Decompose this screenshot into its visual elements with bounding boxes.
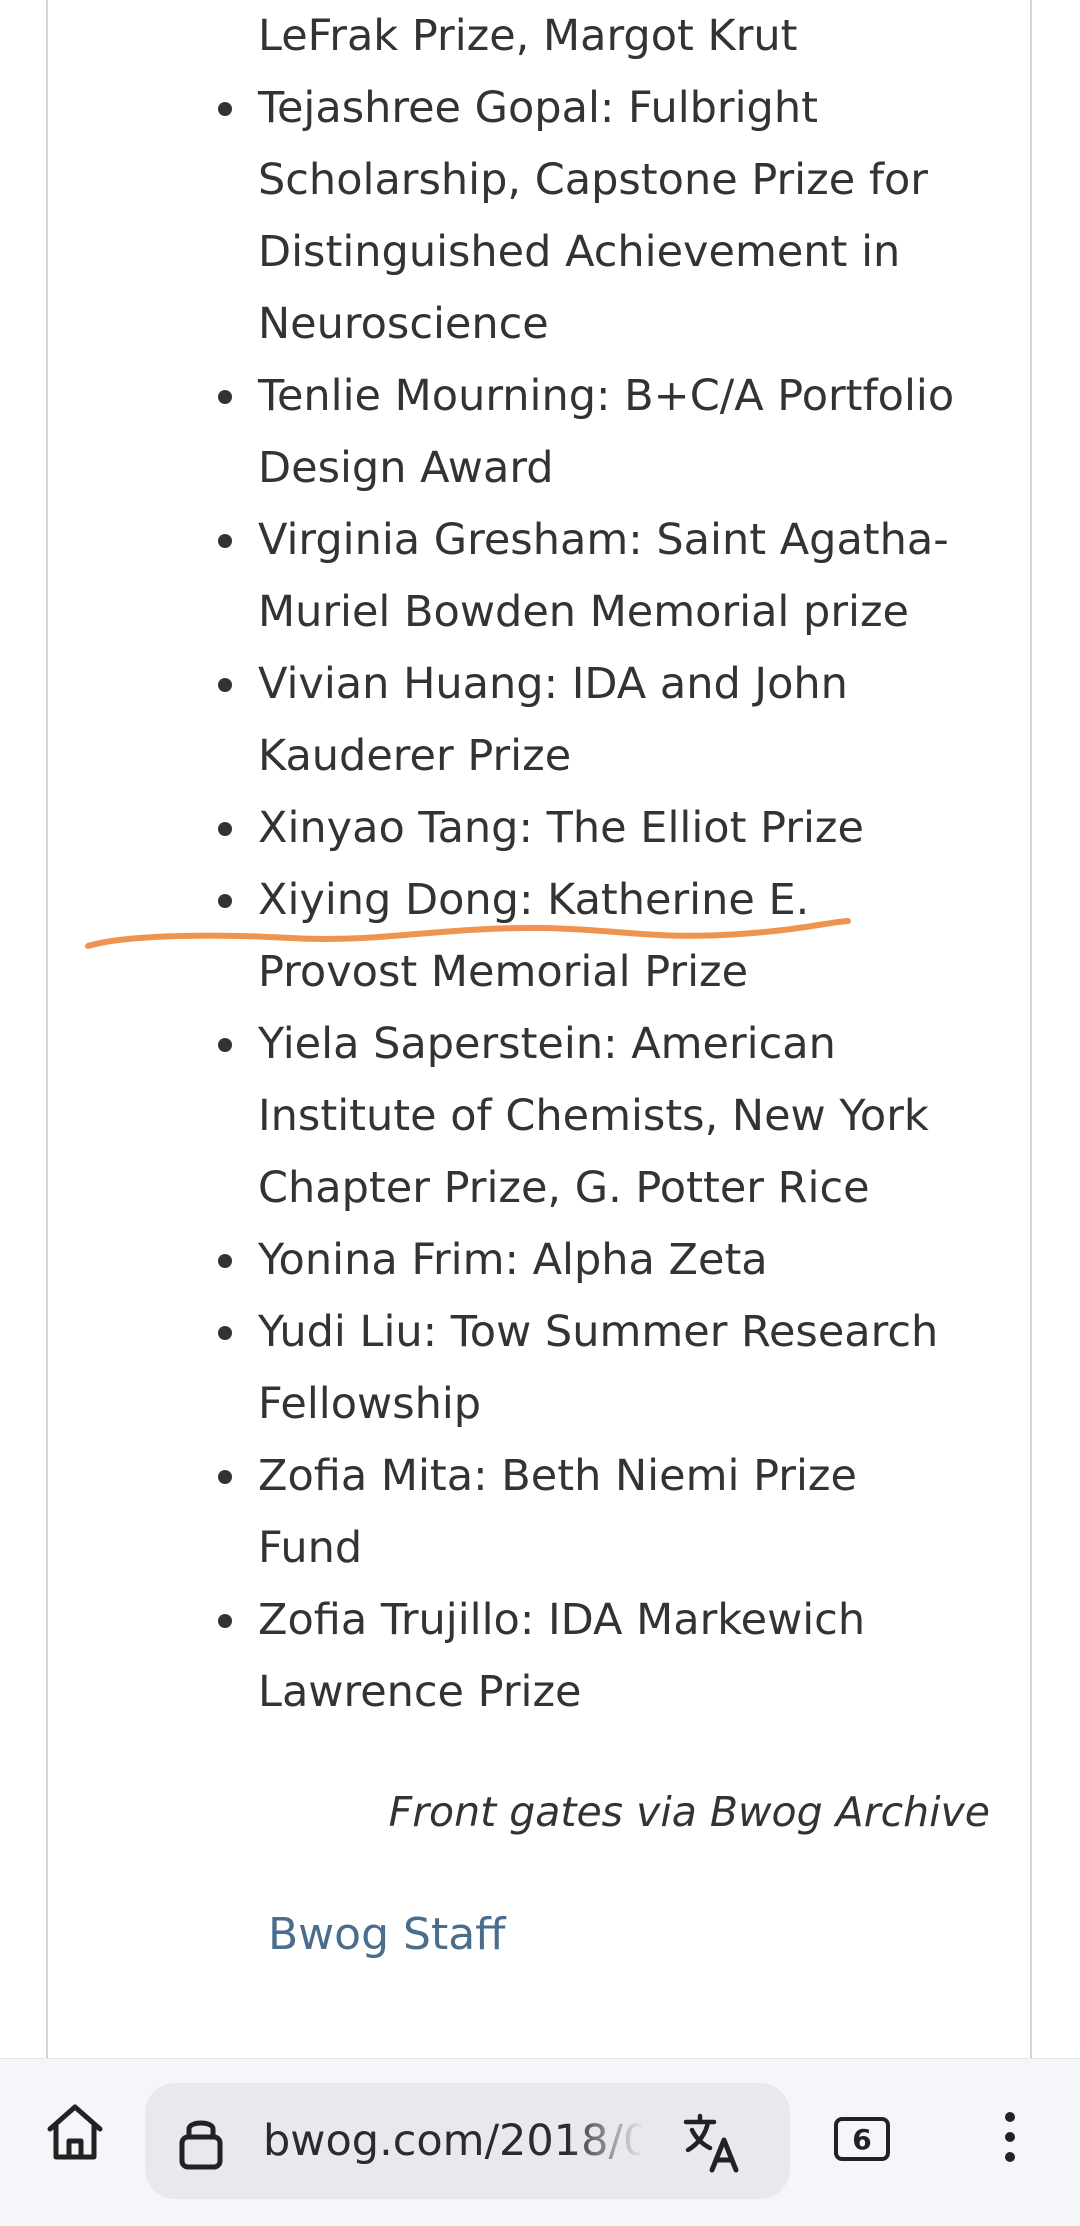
list-item: Vivian Huang: IDA and John Kauderer Priz… <box>218 648 958 792</box>
lock-icon <box>179 2120 223 2170</box>
list-item: Tenlie Mourning: B+C/A Portfolio Design … <box>218 360 958 504</box>
more-options-icon <box>1005 2112 1015 2162</box>
list-item: Yudi Liu: Tow Summer Research Fellowship <box>218 1296 958 1440</box>
prize-list: Tejashree Gopal: Fulbright Scholarship, … <box>218 72 958 1728</box>
translate-button[interactable] <box>675 2105 751 2181</box>
image-caption: Front gates via Bwog Archive <box>388 1788 990 1836</box>
home-button[interactable] <box>30 2087 120 2177</box>
address-bar[interactable]: bwog.com/2018/05/ <box>145 2083 790 2199</box>
home-icon <box>47 2104 103 2160</box>
tab-switcher-icon: 6 <box>834 2117 890 2161</box>
list-item: Yiela Saperstein: American Institute of … <box>218 1008 958 1224</box>
list-item: Zofia Mita: Beth Niemi Prize Fund <box>218 1440 958 1584</box>
previous-item-continuation: LeFrak Prize, Margot Krut <box>258 11 798 61</box>
url-text: bwog.com/2018/05/ <box>263 2116 643 2166</box>
author-link[interactable]: Bwog Staff <box>268 1899 505 1971</box>
list-item: Zofia Trujillo: IDA Markewich Lawrence P… <box>218 1584 958 1728</box>
list-item-highlighted: Xiying Dong: Katherine E. Provost Memori… <box>218 864 958 1008</box>
article-body: LeFrak Prize, Margot Krut Tejashree Gopa… <box>218 0 958 1728</box>
list-item: Tejashree Gopal: Fulbright Scholarship, … <box>218 72 958 360</box>
site-security-button[interactable] <box>171 2111 231 2171</box>
list-item: Yonina Frim: Alpha Zeta <box>218 1224 958 1296</box>
more-options-button[interactable] <box>970 2087 1050 2187</box>
browser-bottom-bar: bwog.com/2018/05/ 6 <box>0 2058 1080 2226</box>
translate-icon <box>683 2113 739 2173</box>
list-item: Virginia Gresham: Saint Agatha-Muriel Bo… <box>218 504 958 648</box>
list-item: Xinyao Tang: The Elliot Prize <box>218 792 958 864</box>
